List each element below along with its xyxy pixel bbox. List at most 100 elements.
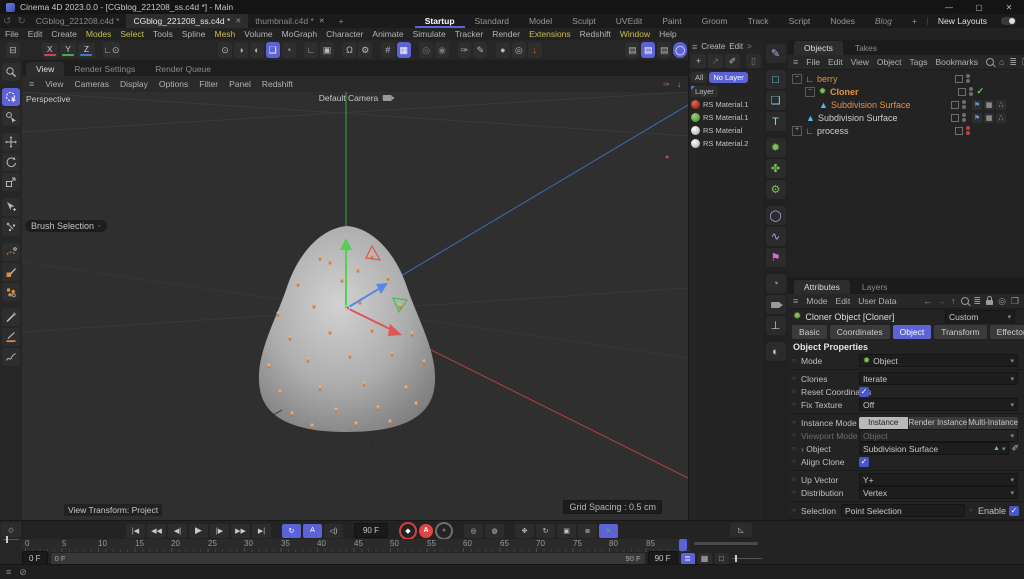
menu-volume[interactable]: Volume bbox=[244, 29, 272, 39]
menu-mesh[interactable]: Mesh bbox=[215, 29, 236, 39]
back-arrow-icon[interactable]: ← bbox=[923, 296, 932, 306]
layout-tab-blog[interactable]: Blog bbox=[865, 14, 902, 28]
environment-icon[interactable]: ◔ bbox=[766, 274, 786, 293]
spline-pen-icon[interactable]: ✎ bbox=[766, 44, 786, 63]
search-icon[interactable] bbox=[986, 58, 994, 66]
mirror-icon[interactable]: ◎ bbox=[419, 42, 433, 58]
effector-icon[interactable]: ⚙ bbox=[766, 180, 786, 199]
grid-icon[interactable]: # bbox=[381, 42, 395, 58]
content-browser-icon[interactable]: ⊟ bbox=[6, 42, 20, 58]
preview-range-bar[interactable]: 0 F 90 F bbox=[51, 553, 645, 564]
transform-tool[interactable] bbox=[2, 198, 20, 216]
delete-material-icon[interactable]: ▯ bbox=[746, 54, 761, 68]
hamburger-icon[interactable]: ≡ bbox=[692, 42, 697, 52]
axis-drop-icon[interactable]: ↓ bbox=[528, 42, 542, 58]
redo-icon[interactable]: ↻ bbox=[14, 16, 28, 27]
close-button[interactable]: ✕ bbox=[994, 0, 1024, 14]
timeline-ruler[interactable]: 0 5 10 15 20 25 30 35 40 45 50 55 60 65 … bbox=[22, 539, 690, 552]
menu-spline[interactable]: Spline bbox=[182, 29, 206, 39]
perspective-viewport[interactable]: Perspective Default Camera Brush Selecti… bbox=[22, 92, 688, 520]
hamburger-icon[interactable]: ≡ bbox=[793, 57, 798, 67]
collapse-icon[interactable]: − bbox=[805, 87, 815, 97]
sound-button[interactable]: ◁) bbox=[324, 524, 343, 538]
projection-label[interactable]: Perspective bbox=[26, 94, 70, 104]
reset-coordinates-checkbox[interactable]: ✓ bbox=[859, 387, 869, 397]
vp-menu-filter[interactable]: Filter bbox=[199, 79, 218, 89]
sculpt-pull-brush-tool[interactable] bbox=[2, 243, 20, 261]
visibility-dots[interactable] bbox=[969, 87, 973, 96]
menu-extensions[interactable]: Extensions bbox=[529, 29, 571, 39]
menu-window[interactable]: Window bbox=[620, 29, 650, 39]
layer-stack-icon[interactable]: ≣ bbox=[578, 524, 597, 538]
layout-tab-startup[interactable]: Startup bbox=[415, 14, 465, 28]
new-layouts-button[interactable]: New Layouts bbox=[928, 14, 997, 28]
distribution-dropdown[interactable]: Vertex bbox=[859, 486, 1018, 499]
tab-layers[interactable]: Layers bbox=[852, 280, 898, 294]
selection-field[interactable]: Point Selection bbox=[841, 504, 965, 517]
object-link-field[interactable]: Subdivision Surface ▲ ▾ bbox=[859, 442, 1009, 455]
tab-takes[interactable]: Takes bbox=[845, 41, 887, 55]
lock-icon[interactable] bbox=[986, 300, 993, 305]
current-frame-field[interactable]: 90 F bbox=[354, 523, 388, 538]
fix-texture-dropdown[interactable]: Off bbox=[859, 398, 1018, 411]
layout-toggle[interactable] bbox=[1001, 17, 1016, 25]
line-cut-tool[interactable] bbox=[2, 328, 20, 346]
tree-row-cloner[interactable]: − ✹ Cloner ✓ bbox=[792, 85, 1024, 98]
snap-magnet-icon[interactable]: Ω bbox=[342, 42, 356, 58]
tab-render-settings[interactable]: Render Settings bbox=[64, 62, 145, 76]
am-menu-user-data[interactable]: User Data bbox=[858, 296, 896, 306]
timeline-detach-icon[interactable]: ◺ bbox=[730, 523, 752, 537]
move-tool[interactable] bbox=[2, 133, 20, 151]
vp-menu-panel[interactable]: Panel bbox=[229, 79, 251, 89]
vp-menu-view[interactable]: View bbox=[45, 79, 63, 89]
filter-no-layer-button[interactable]: No Layer bbox=[709, 72, 747, 83]
filter-icon[interactable]: ≣ bbox=[974, 296, 982, 307]
live-selection-tool[interactable] bbox=[2, 88, 20, 106]
bend-deformer-icon[interactable]: ⚑ bbox=[766, 248, 786, 267]
om-menu-bookmarks[interactable]: Bookmarks bbox=[935, 57, 978, 67]
visibility-dots[interactable] bbox=[962, 113, 966, 122]
layer-square[interactable] bbox=[951, 114, 959, 122]
materials-menu-create[interactable]: Create bbox=[701, 42, 725, 51]
selection-enable-checkbox[interactable]: ✓ bbox=[1009, 506, 1019, 516]
up-arrow-icon[interactable]: ↑ bbox=[951, 296, 956, 306]
fracture-icon[interactable]: ✤ bbox=[766, 159, 786, 178]
visibility-dots[interactable] bbox=[966, 126, 970, 135]
maximize-button[interactable]: ▢ bbox=[964, 0, 994, 14]
om-menu-view[interactable]: View bbox=[851, 57, 869, 67]
layer-square[interactable] bbox=[955, 127, 963, 135]
snap-move-icon[interactable]: ✥ bbox=[515, 524, 534, 538]
axis-y-lock-button[interactable]: Y bbox=[60, 43, 76, 58]
layout-tab-groom[interactable]: Groom bbox=[692, 14, 738, 28]
paint-sphere-icon[interactable]: ● bbox=[496, 42, 510, 58]
edges-mode-icon[interactable]: ◑ bbox=[234, 42, 248, 58]
status-menu-icon[interactable]: ≡ bbox=[6, 567, 11, 577]
hamburger-icon[interactable]: ≡ bbox=[793, 296, 798, 306]
mesh-check-icon[interactable]: ✕ bbox=[599, 524, 618, 538]
material-node-icon[interactable]: ◐ bbox=[766, 342, 786, 361]
section-tab-transform[interactable]: Transform bbox=[934, 325, 986, 339]
layout-tab-sculpt[interactable]: Sculpt bbox=[562, 14, 606, 28]
paint-ring-icon[interactable]: ◎ bbox=[512, 42, 526, 58]
vp-paint-icon[interactable]: ✑ bbox=[663, 80, 670, 89]
add-material-button[interactable]: + bbox=[691, 54, 706, 68]
goto-end-button[interactable]: ▶| bbox=[252, 524, 271, 538]
section-tab-basic[interactable]: Basic bbox=[792, 325, 827, 339]
next-frame-button[interactable]: |▶ bbox=[210, 524, 229, 538]
am-menu-mode[interactable]: Mode bbox=[806, 296, 827, 306]
layout-tab-track[interactable]: Track bbox=[738, 14, 779, 28]
uv-tag-icon[interactable]: ▦ bbox=[984, 100, 994, 110]
tab-objects[interactable]: Objects bbox=[794, 41, 843, 55]
undo-icon[interactable]: ↺ bbox=[0, 16, 14, 27]
axis-x-lock-button[interactable]: X bbox=[42, 43, 58, 58]
vp-menu-cameras[interactable]: Cameras bbox=[75, 79, 109, 89]
document-tab-active[interactable]: CGblog_221208_ss.c4d * ✕ bbox=[126, 14, 248, 28]
tree-row-subdivision-surface[interactable]: ▲ Subdivision Surface ⚑ ▦ ∴ bbox=[792, 111, 1024, 124]
vp-menu-options[interactable]: Options bbox=[159, 79, 188, 89]
material-arrow-icon[interactable]: ↗ bbox=[708, 54, 723, 68]
om-menu-edit[interactable]: Edit bbox=[828, 57, 843, 67]
tab-render-queue[interactable]: Render Queue bbox=[145, 62, 221, 76]
timeline-mini-slider[interactable] bbox=[3, 539, 19, 540]
keyframe-selection-button[interactable]: ● bbox=[435, 522, 453, 540]
scatter-brush-tool[interactable] bbox=[2, 283, 20, 301]
